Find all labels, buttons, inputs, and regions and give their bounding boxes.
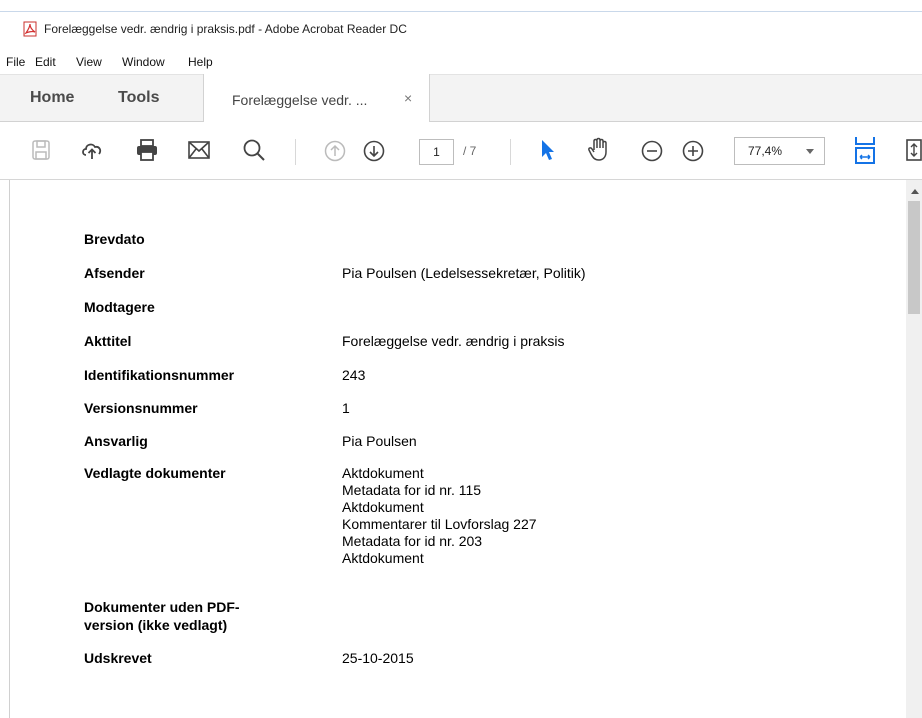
search-icon[interactable]	[242, 138, 266, 162]
field-value-ansvarlig: Pia Poulsen	[342, 433, 417, 449]
field-value-identifikationsnummer: 243	[342, 367, 366, 383]
menu-help[interactable]: Help	[188, 55, 213, 69]
toolbar-separator	[510, 139, 511, 165]
field-label-vedlagte-dokumenter: Vedlagte dokumenter	[84, 465, 226, 481]
zoom-in-icon[interactable]	[682, 140, 704, 162]
tab-document-label: Forelæggelse vedr. ...	[232, 92, 368, 108]
email-icon[interactable]	[187, 140, 211, 160]
field-label-brevdato: Brevdato	[84, 231, 145, 247]
hand-tool-icon[interactable]	[587, 136, 611, 162]
select-pointer-icon[interactable]	[539, 138, 557, 162]
field-label-dokumenter-uden-pdf-line2: version (ikke vedlagt)	[84, 617, 228, 633]
field-label-afsender: Afsender	[84, 265, 145, 281]
page-total: / 7	[463, 144, 477, 158]
window-title: Forelæggelse vedr. ændrig i praksis.pdf …	[44, 22, 407, 36]
tab-close-icon[interactable]: ×	[404, 90, 412, 106]
toolbar-separator	[295, 139, 296, 165]
field-value-versionsnummer: 1	[342, 400, 350, 416]
fit-page-icon[interactable]	[853, 135, 877, 165]
field-label-udskrevet: Udskrevet	[84, 650, 152, 666]
field-label-dokumenter-uden-pdf-line1: Dokumenter uden PDF-	[84, 599, 240, 615]
left-panel-gutter	[0, 180, 10, 718]
zoom-value: 77,4%	[748, 144, 783, 158]
attached-document-item: Aktdokument	[342, 465, 424, 481]
field-label-identifikationsnummer: Identifikationsnummer	[84, 367, 235, 383]
field-label-versionsnummer: Versionsnummer	[84, 400, 198, 416]
menu-file[interactable]: File	[6, 55, 25, 69]
menu-view[interactable]: View	[76, 55, 102, 69]
field-label-ansvarlig: Ansvarlig	[84, 433, 148, 449]
fullscreen-icon[interactable]	[905, 138, 922, 164]
scrollbar-thumb[interactable]	[908, 201, 920, 314]
field-value-udskrevet: 25-10-2015	[342, 650, 414, 666]
page-up-icon[interactable]	[324, 140, 346, 162]
menu-edit[interactable]: Edit	[35, 55, 56, 69]
field-value-afsender: Pia Poulsen (Ledelsessekretær, Politik)	[342, 265, 586, 281]
document-page	[10, 180, 906, 718]
field-label-modtagere: Modtagere	[84, 299, 155, 315]
zoom-out-icon[interactable]	[641, 140, 663, 162]
print-icon[interactable]	[135, 138, 159, 162]
field-label-akttitel: Akttitel	[84, 333, 132, 349]
background-window-strip	[0, 0, 922, 12]
field-value-akttitel: Forelæggelse vedr. ændrig i praksis	[342, 333, 565, 349]
menu-window[interactable]: Window	[122, 55, 165, 69]
upload-cloud-icon[interactable]	[80, 138, 104, 162]
page-down-icon[interactable]	[363, 140, 385, 162]
tab-home[interactable]: Home	[30, 89, 74, 107]
save-icon[interactable]	[31, 139, 51, 161]
scroll-up-icon[interactable]	[911, 189, 919, 194]
attached-document-item: Aktdokument	[342, 550, 424, 566]
attached-document-item: Metadata for id nr. 115	[342, 482, 482, 498]
attached-document-item: Aktdokument	[342, 499, 424, 515]
chevron-down-icon	[806, 149, 814, 154]
page-number-input[interactable]: 1	[419, 139, 454, 165]
pdf-file-icon	[23, 21, 37, 37]
attached-document-item: Kommentarer til Lovforslag 227	[342, 516, 537, 532]
tab-tools[interactable]: Tools	[118, 89, 159, 107]
attached-document-item: Metadata for id nr. 203	[342, 533, 483, 549]
